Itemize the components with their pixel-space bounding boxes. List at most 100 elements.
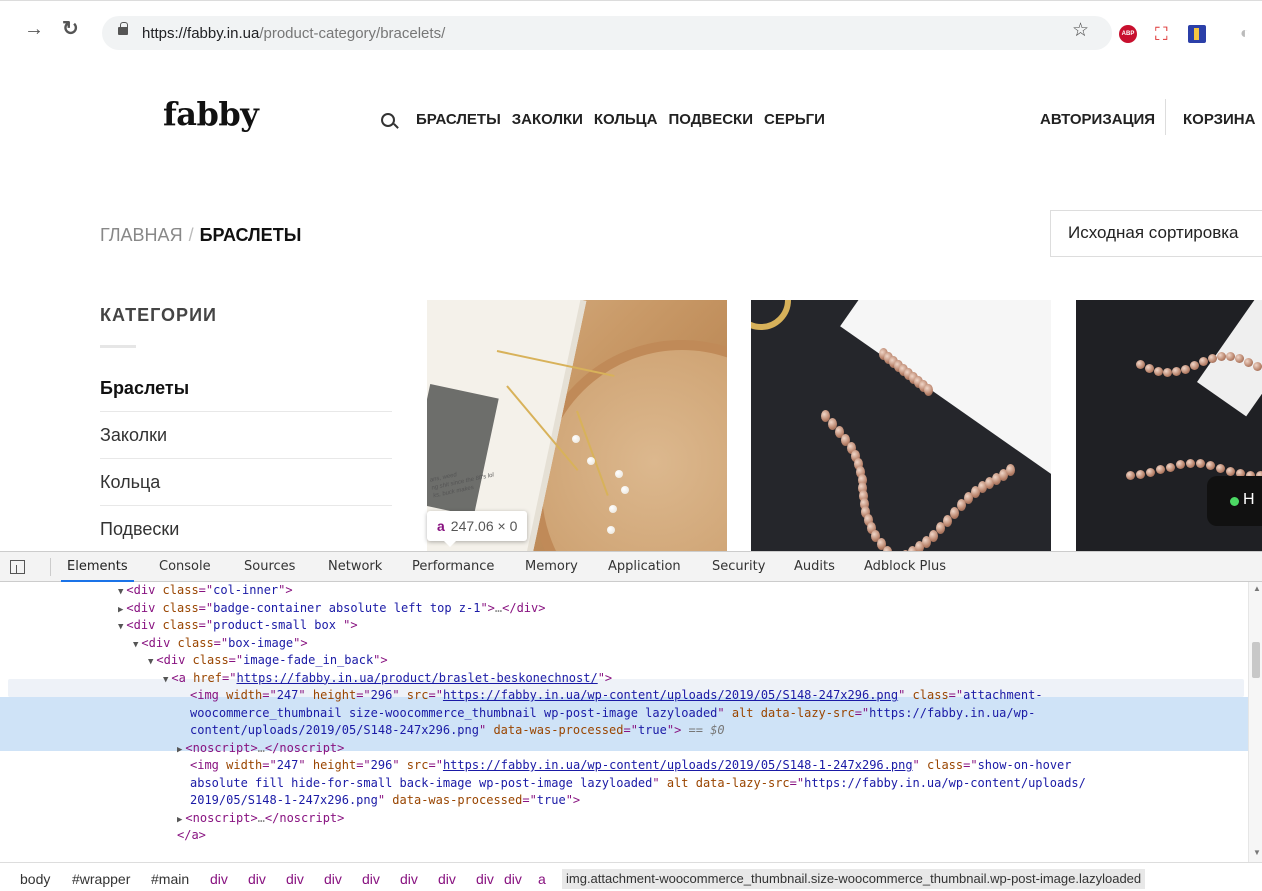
chat-widget[interactable]: Н: [1207, 476, 1262, 526]
main-menu: БРАСЛЕТЫ ЗАКОЛКИ КОЛЬЦА ПОДВЕСКИ СЕРЬГИ: [416, 111, 825, 128]
extension-cross-icon[interactable]: ⛶: [1155, 25, 1173, 43]
category-item-rings[interactable]: Кольца: [100, 459, 392, 506]
categories-title: КАТЕГОРИИ: [100, 305, 217, 325]
dom-crumb-selected[interactable]: img.attachment-woocommerce_thumbnail.siz…: [562, 869, 1146, 889]
attr-value: absolute fill hide-for-small back-image …: [190, 775, 653, 790]
dom-crumb[interactable]: div: [476, 871, 494, 887]
category-item-pendants[interactable]: Подвески: [100, 506, 392, 551]
inspector-tooltip: a 247.06 × 0: [427, 511, 528, 547]
chain-bead: [1208, 353, 1217, 363]
breadcrumb-current: БРАСЛЕТЫ: [199, 225, 302, 245]
adblock-icon[interactable]: ABP: [1119, 25, 1137, 43]
dom-crumb[interactable]: div: [362, 871, 380, 887]
scroll-down-icon[interactable]: ▼: [1253, 848, 1261, 857]
dom-breadcrumb-bar: body #wrapper #main div div div div div …: [0, 862, 1262, 891]
device-toggle-icon[interactable]: [10, 560, 25, 574]
chain-bead: [1181, 364, 1190, 374]
attr-value: 296: [370, 758, 393, 772]
dom-crumb[interactable]: div: [504, 871, 522, 887]
dom-crumb[interactable]: div: [438, 871, 456, 887]
site-logo[interactable]: fabby: [163, 95, 259, 133]
dom-crumb[interactable]: body: [20, 871, 50, 887]
chain-bead: [1196, 459, 1205, 469]
dom-crumb[interactable]: div: [286, 871, 304, 887]
tab-elements[interactable]: Elements: [61, 559, 134, 582]
tab-sources[interactable]: Sources: [244, 559, 295, 574]
scrollbar-thumb[interactable]: [1252, 642, 1260, 678]
breadcrumb-separator: /: [188, 225, 194, 245]
tab-application[interactable]: Application: [608, 559, 681, 574]
menu-item-pendants[interactable]: ПОДВЕСКИ: [668, 111, 753, 128]
attr-value: 296: [370, 688, 393, 702]
scroll-up-icon[interactable]: ▲: [1253, 584, 1261, 593]
tab-security[interactable]: Security: [712, 559, 765, 574]
dom-crumb[interactable]: a: [538, 871, 546, 887]
dom-crumb[interactable]: div: [210, 871, 228, 887]
pearl: [607, 526, 615, 534]
attr-value: content/uploads/2019/05/S148-247x296.png: [190, 723, 479, 737]
dom-crumb[interactable]: div: [400, 871, 418, 887]
back-arrow-icon[interactable]: →: [24, 19, 44, 39]
attr-value: woocommerce_thumbnail size-woocommerce_t…: [190, 705, 718, 720]
chain-bead: [1156, 465, 1165, 475]
selected-marker: == $0: [688, 723, 725, 737]
login-link[interactable]: АВТОРИЗАЦИЯ: [1040, 111, 1155, 128]
chat-label: Н: [1243, 491, 1255, 508]
tab-performance[interactable]: Performance: [412, 559, 494, 574]
menu-item-hairclips[interactable]: ЗАКОЛКИ: [512, 111, 583, 128]
chain-bead: [1172, 367, 1181, 377]
attr-value: attachment-: [963, 688, 1043, 702]
product-image-2[interactable]: [751, 300, 1051, 551]
attr-value: 247: [276, 758, 299, 772]
attr-value: true: [536, 793, 566, 807]
tab-memory[interactable]: Memory: [525, 559, 578, 574]
attr-value: show-on-hover: [977, 758, 1072, 772]
extension-blue-icon[interactable]: [1188, 25, 1206, 43]
category-item-bracelets[interactable]: Браслеты: [100, 365, 392, 412]
chain-bead: [924, 384, 933, 396]
tab-console[interactable]: Console: [159, 559, 211, 574]
pearl: [587, 457, 595, 465]
dom-node-img-selected-end: content/uploads/2019/05/S148-247x296.png…: [190, 723, 725, 737]
menu-item-rings[interactable]: КОЛЬЦА: [594, 111, 658, 128]
attr-value: 2019/05/S148-1-247x296.png: [190, 793, 378, 807]
tab-network[interactable]: Network: [328, 559, 382, 574]
category-item-hairclips[interactable]: Заколки: [100, 412, 392, 459]
address-bar[interactable]: https://fabby.in.ua/product-category/bra…: [102, 16, 1112, 50]
elements-scrollbar[interactable]: ▲ ▼: [1248, 582, 1262, 862]
sort-select[interactable]: Исходная сортировка: [1050, 210, 1262, 257]
pearl: [609, 505, 617, 513]
pearl: [572, 435, 580, 443]
href-link[interactable]: https://fabby.in.ua/product/braslet-besk…: [236, 671, 597, 685]
reload-icon[interactable]: ↻: [62, 19, 79, 39]
attr-value: 247: [276, 688, 299, 702]
breadcrumb-home[interactable]: ГЛАВНАЯ: [100, 225, 183, 245]
chain-bead: [1186, 459, 1195, 469]
attr-value: badge-container absolute left top z-1: [213, 600, 481, 615]
chain-bead: [1136, 360, 1145, 369]
chain-bead: [1176, 460, 1185, 470]
dom-crumb[interactable]: div: [248, 871, 266, 887]
dom-node-img-selected[interactable]: <img width="247" height="296" src="https…: [190, 687, 1043, 705]
dom-node-anchor-close[interactable]: </a>: [177, 827, 206, 845]
chain-bead: [1126, 471, 1135, 480]
dom-node-img-selected-cont: woocommerce_thumbnail size-woocommerce_t…: [190, 705, 1036, 720]
tab-separator: [50, 558, 51, 576]
menu-item-bracelets[interactable]: БРАСЛЕТЫ: [416, 111, 501, 128]
menu-item-earrings[interactable]: СЕРЬГИ: [764, 111, 825, 128]
dom-crumb[interactable]: #wrapper: [72, 871, 130, 887]
url-text[interactable]: https://fabby.in.ua/product-category/bra…: [142, 25, 445, 42]
extension-gray-icon[interactable]: ◐: [1240, 25, 1252, 43]
attr-value: col-inner: [213, 583, 279, 597]
src-link[interactable]: https://fabby.in.ua/wp-content/uploads/2…: [443, 688, 898, 702]
cart-link[interactable]: КОРЗИНА: [1183, 111, 1255, 128]
star-icon[interactable]: ☆: [1072, 21, 1089, 40]
tab-audits[interactable]: Audits: [794, 559, 835, 574]
dom-node-img-hover[interactable]: <img width="247" height="296" src="https…: [190, 757, 1072, 775]
dom-crumb[interactable]: #main: [151, 871, 189, 887]
src-link[interactable]: https://fabby.in.ua/wp-content/uploads/2…: [443, 758, 913, 772]
tab-adblock-plus[interactable]: Adblock Plus: [864, 559, 946, 574]
search-icon[interactable]: [381, 113, 395, 127]
dom-crumb[interactable]: div: [324, 871, 342, 887]
website-viewport: fabby БРАСЛЕТЫ ЗАКОЛКИ КОЛЬЦА ПОДВЕСКИ С…: [0, 65, 1262, 551]
